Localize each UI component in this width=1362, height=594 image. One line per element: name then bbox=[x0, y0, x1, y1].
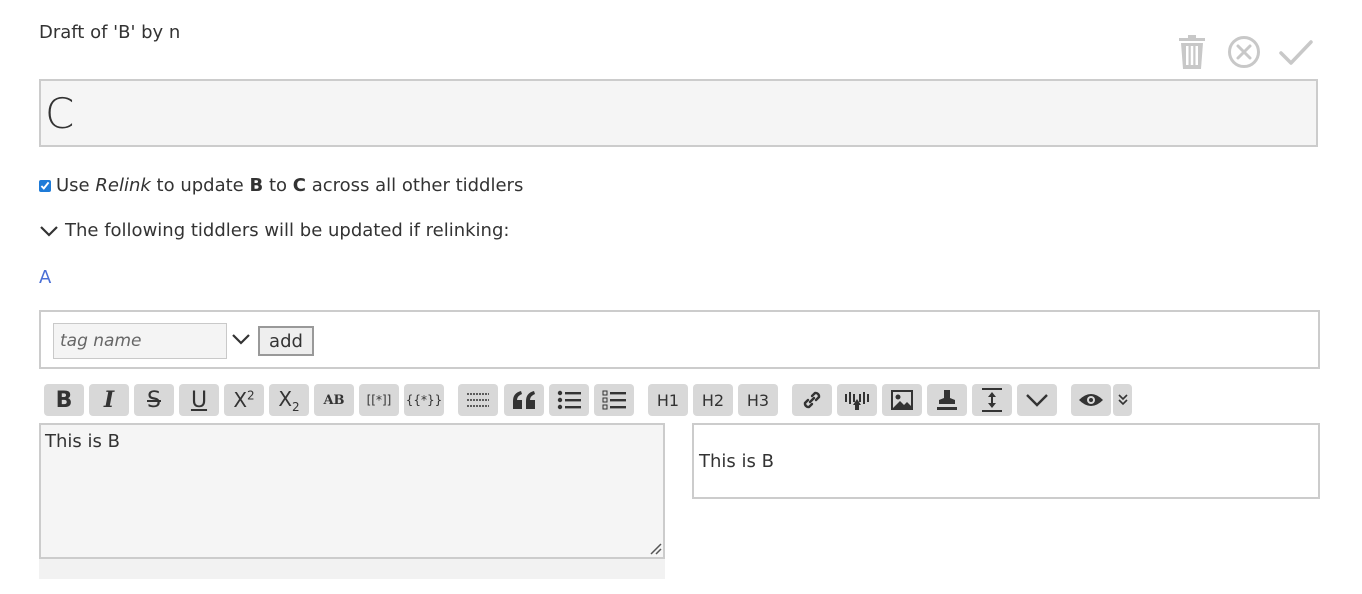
heading-2-button[interactable]: H2 bbox=[693, 384, 733, 416]
relink-references-label: The following tiddlers will be updated i… bbox=[65, 220, 510, 241]
transclude-link-button[interactable]: [[*]] bbox=[359, 384, 399, 416]
monospace-button[interactable] bbox=[458, 384, 498, 416]
transclude-macro-button[interactable]: {{*}} bbox=[404, 384, 444, 416]
picture-button[interactable] bbox=[882, 384, 922, 416]
preview-toggle-button[interactable] bbox=[1071, 384, 1111, 416]
bold-icon: B bbox=[55, 387, 73, 413]
trash-icon bbox=[1179, 35, 1205, 69]
relink-to-text: to bbox=[268, 175, 288, 196]
quote-icon bbox=[513, 391, 535, 409]
tag-dropdown-button[interactable] bbox=[231, 330, 251, 349]
draft-subtitle: Draft of 'B' by n bbox=[39, 22, 181, 43]
check-icon bbox=[1279, 40, 1313, 65]
preview-text: This is B bbox=[699, 451, 774, 472]
strikethrough-button[interactable]: S bbox=[134, 384, 174, 416]
relink-checkbox[interactable] bbox=[39, 179, 51, 192]
chevron-down-icon bbox=[1026, 394, 1048, 407]
underline-button[interactable]: U bbox=[179, 384, 219, 416]
heading-1-icon: H1 bbox=[656, 390, 680, 410]
body-editor[interactable]: This is B bbox=[39, 423, 665, 559]
subscript-mark: 2 bbox=[292, 399, 300, 414]
superscript-mark: 2 bbox=[247, 388, 255, 403]
tiddler-link-a[interactable]: A bbox=[39, 267, 51, 288]
monospace-icon bbox=[467, 393, 489, 407]
superscript-icon: X2 bbox=[233, 388, 254, 412]
size-icon bbox=[982, 388, 1002, 412]
heading-2-icon: H2 bbox=[701, 390, 725, 410]
subscript-icon: X2 bbox=[278, 387, 299, 414]
relink-name: Relink bbox=[95, 175, 151, 196]
chevron-down-icon bbox=[232, 334, 250, 345]
bullet-list-button[interactable] bbox=[549, 384, 589, 416]
relink-update-text: to update bbox=[156, 175, 244, 196]
quote-button[interactable] bbox=[504, 384, 544, 416]
link-button[interactable] bbox=[792, 384, 832, 416]
excise-icon bbox=[845, 392, 869, 410]
relink-target: C bbox=[292, 175, 306, 196]
bold-button[interactable]: B bbox=[44, 384, 84, 416]
double-chevron-down-icon bbox=[1117, 394, 1128, 406]
close-circle-icon bbox=[1228, 36, 1260, 68]
underline-icon: U bbox=[190, 387, 208, 413]
preview-type-button[interactable] bbox=[1113, 384, 1132, 416]
bullet-list-icon bbox=[557, 390, 581, 410]
superscript-button[interactable]: X2 bbox=[224, 384, 264, 416]
more-button[interactable] bbox=[1017, 384, 1057, 416]
excise-button[interactable] bbox=[837, 384, 877, 416]
transclude-macro-icon: {{*}} bbox=[405, 393, 443, 407]
tag-name-input[interactable] bbox=[53, 323, 227, 359]
stamp-icon bbox=[937, 390, 957, 410]
heading-3-button[interactable]: H3 bbox=[738, 384, 778, 416]
superscript-x: X bbox=[233, 388, 248, 412]
heading-3-icon: H3 bbox=[746, 390, 770, 410]
numbered-list-button[interactable] bbox=[594, 384, 634, 416]
editor-footer bbox=[39, 559, 665, 579]
stamp-button[interactable] bbox=[927, 384, 967, 416]
tags-editor: add bbox=[39, 310, 1320, 369]
tiddler-actions bbox=[1172, 32, 1320, 72]
relink-use-text: Use bbox=[56, 175, 90, 196]
title-input[interactable] bbox=[39, 79, 1318, 147]
italic-icon: I bbox=[103, 387, 115, 413]
link-icon bbox=[803, 391, 821, 409]
smallcaps-button[interactable]: AB bbox=[314, 384, 354, 416]
relink-from: B bbox=[249, 175, 264, 196]
preview-pane: This is B bbox=[692, 423, 1320, 499]
chevron-down-icon bbox=[40, 225, 58, 237]
delete-button[interactable] bbox=[1172, 32, 1212, 72]
italic-button[interactable]: I bbox=[89, 384, 129, 416]
strikethrough-icon: S bbox=[147, 387, 161, 413]
subscript-button[interactable]: X2 bbox=[269, 384, 309, 416]
relink-across-text: across all other tiddlers bbox=[311, 175, 524, 196]
eye-icon bbox=[1079, 394, 1103, 406]
subscript-x: X bbox=[278, 386, 293, 411]
heading-1-button[interactable]: H1 bbox=[648, 384, 688, 416]
numbered-list-icon bbox=[602, 390, 626, 410]
resize-handle-icon[interactable] bbox=[648, 541, 662, 555]
size-button[interactable] bbox=[972, 384, 1012, 416]
transclude-link-icon: [[*]] bbox=[366, 393, 392, 407]
smallcaps-icon: AB bbox=[323, 392, 345, 408]
relink-references-toggle[interactable]: The following tiddlers will be updated i… bbox=[39, 220, 509, 241]
cancel-button[interactable] bbox=[1224, 32, 1264, 72]
done-button[interactable] bbox=[1276, 32, 1316, 72]
editor-toolbar: B I S U X2 X2 AB [[*]] {{*}} H1 H2 H3 bbox=[44, 384, 1144, 416]
relink-option: Use Relink to update B to C across all o… bbox=[39, 175, 523, 196]
picture-icon bbox=[891, 390, 913, 410]
add-tag-button[interactable]: add bbox=[258, 326, 314, 356]
